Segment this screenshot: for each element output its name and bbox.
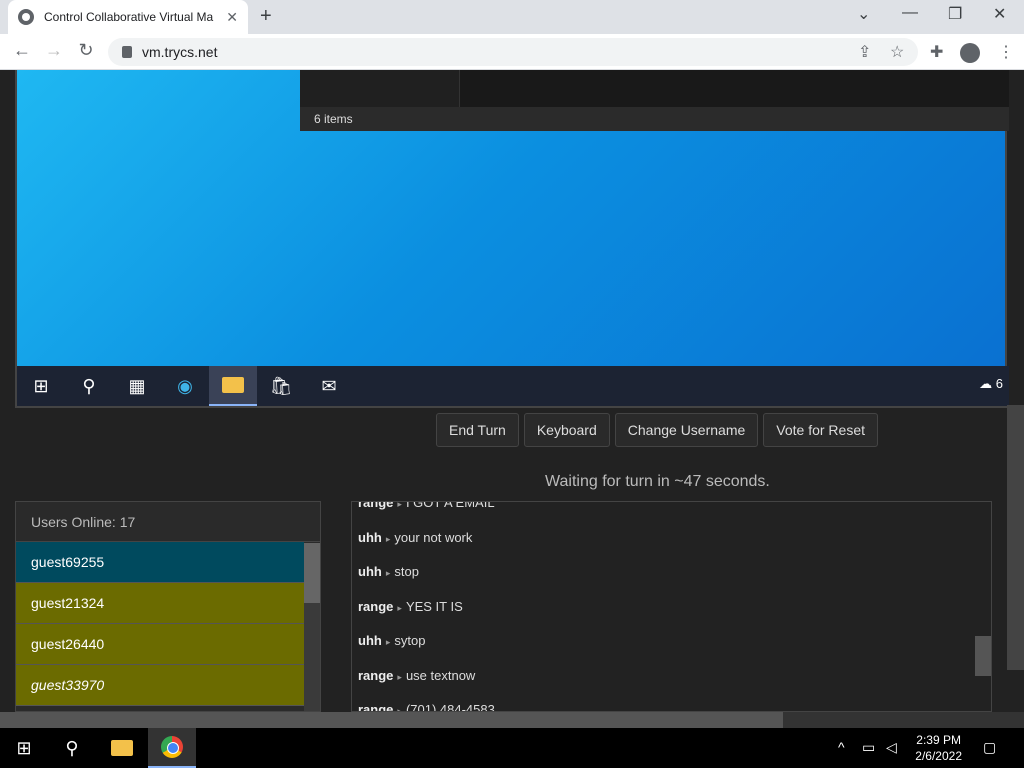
users-online-header: Users Online: 17 <box>16 502 320 542</box>
chat-panel: range ▸ I GOT A EMAIL uhh ▸ your not work uh… <box>351 501 992 712</box>
vm-mail-icon[interactable]: ✉ <box>305 366 353 406</box>
chat-arrow-icon: ▸ <box>397 603 402 613</box>
chat-username: range <box>358 599 394 614</box>
tab-strip: Control Collaborative Virtual Ma ✕ + ⌄ —… <box>0 0 1024 34</box>
chat-text: use textnow <box>405 668 476 683</box>
chat-message: uhh ▸ sytop <box>358 633 425 648</box>
reload-button[interactable]: ↻ <box>74 40 98 61</box>
vm-explorer-status: 6 items <box>300 107 1009 131</box>
address-bar[interactable]: vm.trycs.net <box>108 38 918 66</box>
show-hidden-icons-icon[interactable]: ^ <box>838 739 845 755</box>
browser-toolbar: ← → ↻ vm.trycs.net ⇪ ☆ ✚ ⋮ <box>0 34 1024 70</box>
search-icon[interactable]: ⚲ <box>48 728 96 768</box>
horizontal-scrollbar-thumb[interactable] <box>0 712 783 728</box>
chat-text: I GOT A EMAIL <box>405 501 495 510</box>
vm-taskbar: ⊞ ⚲ ▦ ◉ 🛍 ✉ ☁ 6 <box>17 366 1009 406</box>
globe-icon <box>18 9 34 25</box>
chat-arrow-icon: ▸ <box>385 568 391 578</box>
close-tab-icon[interactable]: ✕ <box>226 9 238 26</box>
chat-username: range <box>358 702 394 712</box>
chat-text: your not work <box>394 530 473 545</box>
chat-message: uhh ▸ your not work <box>358 530 472 545</box>
chat-text: sytop <box>394 633 426 648</box>
chrome-icon[interactable] <box>148 728 196 768</box>
vm-file-explorer-window: 6 items <box>300 70 1009 131</box>
tab-search-icon[interactable]: ⌄ <box>857 4 870 24</box>
chat-text: stop <box>394 564 419 579</box>
chat-username: uhh <box>358 564 382 579</box>
start-icon[interactable]: ⊞ <box>0 728 48 768</box>
chat-username: uhh <box>358 633 382 648</box>
vm-edge-icon[interactable]: ◉ <box>161 366 209 406</box>
network-icon[interactable]: ▭ <box>862 739 875 756</box>
chat-text: (701) 484-4583 <box>405 702 495 712</box>
change-username-button[interactable]: Change Username <box>614 413 759 447</box>
notifications-icon[interactable]: ▢ <box>983 739 996 756</box>
browser-tab[interactable]: Control Collaborative Virtual Ma ✕ <box>8 0 248 34</box>
chat-message: uhh ▸ stop <box>358 564 419 579</box>
user-list-item[interactable]: guest26440 <box>16 624 304 665</box>
vm-weather-temp: 6 <box>995 376 1003 391</box>
user-list-item[interactable]: guest21324 <box>16 583 304 624</box>
url-text: vm.trycs.net <box>142 44 218 60</box>
tab-title: Control Collaborative Virtual Ma <box>44 10 214 24</box>
chat-username: range <box>358 501 394 510</box>
vm-display[interactable]: 6 items ⊞ ⚲ ▦ ◉ 🛍 ✉ ☁ 6 <box>15 70 1009 408</box>
share-icon[interactable]: ⇪ <box>858 42 871 62</box>
menu-icon[interactable]: ⋮ <box>998 42 1014 62</box>
host-taskbar: ⊞ ⚲ ^ ▭ ◁ 2:39 PM 2/6/2022 ▢ <box>0 728 1024 768</box>
chat-arrow-icon: ▸ <box>385 637 391 647</box>
profile-avatar[interactable] <box>960 43 980 63</box>
lock-icon <box>122 46 132 58</box>
minimize-button[interactable]: — <box>902 4 918 22</box>
restore-button[interactable]: ❐ <box>948 4 962 24</box>
users-panel: Users Online: 17 guest69255 guest21324 g… <box>15 501 321 712</box>
bookmark-star-icon[interactable]: ☆ <box>890 42 904 62</box>
vm-explorer-pane <box>300 70 460 107</box>
user-list-item[interactable]: guest33970 <box>16 665 304 706</box>
vm-weather-widget[interactable]: ☁ 6 <box>979 376 1003 392</box>
chat-message: range ▸ use textnow <box>358 668 475 683</box>
vm-store-icon[interactable]: 🛍 <box>257 366 305 406</box>
vm-task-view-icon[interactable]: ▦ <box>113 366 161 406</box>
clock-time: 2:39 PM <box>916 733 961 747</box>
chat-username: uhh <box>358 530 382 545</box>
chat-arrow-icon: ▸ <box>385 534 391 544</box>
clock-date: 2/6/2022 <box>915 749 962 763</box>
chat-arrow-icon: ▸ <box>397 501 402 509</box>
horizontal-scrollbar[interactable] <box>0 712 1024 728</box>
chat-username: range <box>358 668 394 683</box>
keyboard-button[interactable]: Keyboard <box>523 413 610 447</box>
extensions-icon[interactable]: ✚ <box>930 42 943 62</box>
forward-button[interactable]: → <box>42 40 66 61</box>
page-scrollbar-thumb[interactable] <box>1007 405 1024 670</box>
turn-status: Waiting for turn in ~47 seconds. <box>545 473 770 490</box>
close-window-button[interactable]: ✕ <box>993 4 1006 24</box>
vm-file-explorer-icon[interactable] <box>209 366 257 406</box>
chat-message: range ▸ I GOT A EMAIL <box>358 501 495 510</box>
vm-search-icon[interactable]: ⚲ <box>65 366 113 406</box>
back-button[interactable]: ← <box>10 40 34 61</box>
vm-controls: End Turn Keyboard Change Username Vote f… <box>436 413 878 447</box>
chat-arrow-icon: ▸ <box>397 672 402 682</box>
volume-muted-icon[interactable]: ◁ <box>886 739 897 756</box>
system-clock[interactable]: 2:39 PM 2/6/2022 <box>915 732 962 764</box>
vm-start-icon[interactable]: ⊞ <box>17 366 65 406</box>
new-tab-button[interactable]: + <box>260 5 272 28</box>
user-list-item[interactable]: guest69255 <box>16 542 304 583</box>
chat-message: range ▸ (701) 484-4583 <box>358 702 495 712</box>
chat-scrollbar-thumb[interactable] <box>975 636 991 676</box>
page-content: 6 items ⊞ ⚲ ▦ ◉ 🛍 ✉ ☁ 6 End Turn Keyboar… <box>0 70 1024 712</box>
users-scrollbar-thumb[interactable] <box>304 543 320 603</box>
end-turn-button[interactable]: End Turn <box>436 413 519 447</box>
chat-text: YES IT IS <box>405 599 463 614</box>
file-explorer-icon[interactable] <box>98 728 146 768</box>
chat-message: range ▸ YES IT IS <box>358 599 463 614</box>
vote-reset-button[interactable]: Vote for Reset <box>763 413 878 447</box>
